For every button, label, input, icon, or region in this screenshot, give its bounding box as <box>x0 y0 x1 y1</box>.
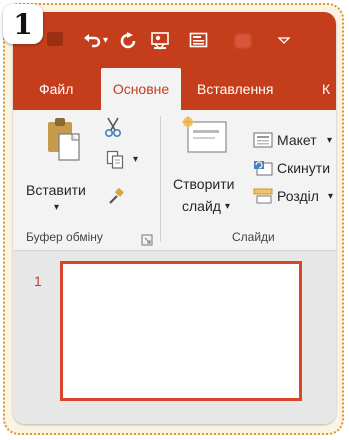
undo-icon[interactable] <box>83 32 101 53</box>
clipboard-group-label: Буфер обміну <box>26 230 103 244</box>
section-label[interactable]: Розділ <box>277 188 319 204</box>
section-icon[interactable] <box>253 188 273 208</box>
ribbon-tabs: Файл Основне Вставлення К <box>13 68 336 114</box>
slide-thumbnail[interactable] <box>60 261 302 401</box>
slides-thumbnail-pane: 1 <box>13 251 336 424</box>
copy-dropdown-icon[interactable]: ▾ <box>133 154 138 165</box>
tab-file[interactable]: Файл <box>39 68 73 110</box>
slides-group-label: Слайди <box>232 230 275 244</box>
new-slide-label-line1[interactable]: Створити <box>173 176 234 192</box>
paste-dropdown-icon[interactable]: ▾ <box>54 202 59 213</box>
blurred-icon <box>235 34 251 48</box>
new-slide-dropdown-icon[interactable]: ▾ <box>225 201 230 212</box>
slide-number: 1 <box>34 273 42 289</box>
app-icon <box>47 32 63 46</box>
new-slide-label-line2[interactable]: слайд <box>182 198 221 214</box>
reset-icon[interactable] <box>253 160 273 180</box>
slideshow-icon[interactable] <box>150 32 172 55</box>
ribbon-home: Вставити ▾ ▾ Буфер обміну Створити слайд… <box>13 110 336 251</box>
layout-label[interactable]: Макет <box>277 132 317 148</box>
tab-insert[interactable]: Вставлення <box>197 68 274 110</box>
copy-icon[interactable] <box>106 150 124 174</box>
tab-home[interactable]: Основне <box>101 68 181 114</box>
redo-icon[interactable] <box>119 32 137 53</box>
undo-dropdown-icon[interactable]: ▾ <box>103 33 108 49</box>
step-number-badge: 1 <box>3 4 43 44</box>
reset-label[interactable]: Скинути <box>277 160 330 176</box>
layout-dropdown-icon[interactable]: ▾ <box>327 135 332 146</box>
paste-label[interactable]: Вставити <box>26 182 86 198</box>
section-dropdown-icon[interactable]: ▾ <box>328 191 333 202</box>
layout-icon[interactable] <box>189 32 209 53</box>
layout-icon[interactable] <box>253 132 273 152</box>
tab-design[interactable]: К <box>322 68 330 110</box>
paste-icon[interactable] <box>44 116 84 168</box>
format-painter-icon[interactable] <box>107 188 125 210</box>
powerpoint-window: ▾ Файл Основне Вставлення К Вставити ▾ ▾… <box>13 12 336 424</box>
customize-toolbar-icon[interactable] <box>277 32 291 49</box>
new-slide-icon[interactable] <box>180 116 230 160</box>
ribbon-group-divider <box>160 116 161 242</box>
cut-icon[interactable] <box>104 116 122 142</box>
clipboard-launcher-icon[interactable] <box>141 231 153 250</box>
title-bar: ▾ <box>13 12 336 68</box>
